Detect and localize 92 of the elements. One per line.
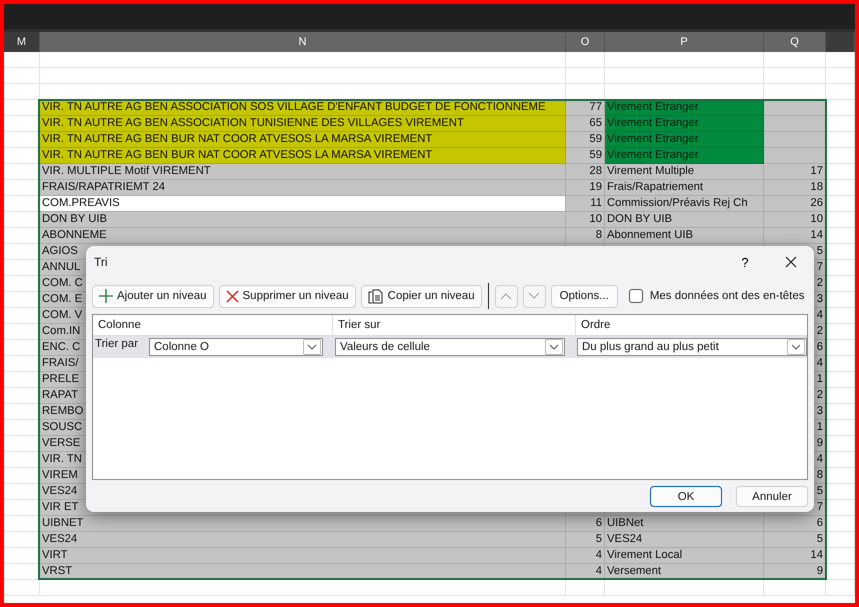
table-cell: UIBNet xyxy=(605,516,764,532)
empty-cell xyxy=(4,84,40,100)
table-cell: Virement Etranger xyxy=(605,132,764,148)
table-cell: 28 xyxy=(566,164,605,180)
empty-cell xyxy=(4,68,40,84)
toolbar-button[interactable]: Ajouter un niveau xyxy=(92,284,214,308)
table-cell: 4 xyxy=(566,548,605,564)
table-cell: 5 xyxy=(566,532,605,548)
table-cell: VIR. TN AUTRE AG BEN ASSOCIATION TUNISIENNE DES VILLAGES VIREMENT xyxy=(40,116,566,132)
empty-cell xyxy=(826,580,855,596)
table-cell: FRAIS/RAPATRIEMT 24 xyxy=(40,180,566,196)
table-cell: Virement Local xyxy=(605,548,764,564)
table-cell: Virement Etranger xyxy=(605,100,764,116)
cancel-button[interactable]: Annuler xyxy=(736,486,808,507)
table-cell xyxy=(764,148,826,164)
toolbar-button[interactable]: Supprimer un niveau xyxy=(218,284,356,308)
table-cell: 10 xyxy=(566,212,605,228)
table-cell: 8 xyxy=(566,228,605,244)
column-dropdown[interactable]: Colonne O xyxy=(149,338,323,356)
table-cell: 5 xyxy=(764,532,826,548)
column-heading: Ordre xyxy=(580,318,612,333)
table-cell: Abonnement UIB xyxy=(605,228,764,244)
table-cell: Commission/Préavis Rej Ch xyxy=(605,196,764,212)
table-cell: 6 xyxy=(764,516,826,532)
empty-cell xyxy=(566,68,605,84)
table-cell: DON BY UIB xyxy=(40,212,566,228)
table-cell: 19 xyxy=(566,180,605,196)
table-cell: 17 xyxy=(764,164,826,180)
empty-cell xyxy=(764,580,826,596)
chevron-down-icon xyxy=(528,292,540,300)
empty-cell xyxy=(4,52,40,68)
table-cell: 65 xyxy=(566,116,605,132)
copy-icon xyxy=(368,288,384,304)
column-header[interactable]: O xyxy=(566,32,605,52)
table-cell: 59 xyxy=(566,132,605,148)
column-header[interactable]: Q xyxy=(764,32,826,52)
table-cell: Virement Etranger xyxy=(605,116,764,132)
table-cell: 10 xyxy=(764,212,826,228)
table-cell: 77 xyxy=(566,100,605,116)
chevron-down-icon xyxy=(307,344,317,350)
sort-on-dropdown[interactable]: Valeurs de cellule xyxy=(335,338,565,356)
table-cell: 59 xyxy=(566,148,605,164)
empty-cell xyxy=(764,52,826,68)
table-cell xyxy=(764,100,826,116)
chevron-down-icon xyxy=(791,344,801,350)
table-cell xyxy=(764,116,826,132)
close-icon xyxy=(785,256,797,268)
level-label: Trier par xyxy=(94,338,140,350)
sort-level-row[interactable]: Trier par Colonne O Valeurs de cellule Du plus grand au plus petit xyxy=(93,336,807,358)
table-cell: Virement Multiple xyxy=(605,164,764,180)
plus-icon xyxy=(99,289,113,303)
delete-icon xyxy=(226,290,239,302)
column-header[interactable]: N xyxy=(40,32,566,52)
table-cell: 26 xyxy=(764,196,826,212)
order-dropdown[interactable]: Du plus grand au plus petit xyxy=(577,338,807,356)
checkbox[interactable] xyxy=(628,289,643,303)
toolbar-button[interactable]: Copier un niveau xyxy=(360,284,482,308)
empty-cell xyxy=(764,68,826,84)
table-cell: ABONNEME xyxy=(40,228,566,244)
table-cell: 18 xyxy=(764,180,826,196)
table-cell xyxy=(764,132,826,148)
table-cell: VIRT xyxy=(40,548,566,564)
table-cell: 14 xyxy=(764,548,826,564)
table-cell: VIR. MULTIPLE Motif VIREMENT xyxy=(40,164,566,180)
ok-button[interactable]: OK xyxy=(650,486,722,507)
table-cell: VIR. TN AUTRE AG BEN ASSOCIATION SOS VILLAGE D'ENFANT BUDGET DE FONCTIONNEME xyxy=(40,100,566,116)
table-cell: UIBNET xyxy=(40,516,566,532)
table-cell: VIR. TN AUTRE AG BEN BUR NAT COOR ATVESOS LA MARSA VIREMENT xyxy=(40,148,566,164)
column-header[interactable] xyxy=(826,32,855,52)
table-cell: 11 xyxy=(566,196,605,212)
table-cell: VIR. TN AUTRE AG BEN BUR NAT COOR ATVESOS LA MARSA VIREMENT xyxy=(40,132,566,148)
table-cell: Virement Etranger xyxy=(605,148,764,164)
column-header[interactable]: P xyxy=(605,32,764,52)
table-cell: 6 xyxy=(566,516,605,532)
table-cell: COM.PREAVIS xyxy=(40,196,566,212)
empty-cell xyxy=(826,84,855,100)
empty-cell xyxy=(566,580,605,596)
empty-cell xyxy=(826,52,855,68)
table-cell: VES24 xyxy=(605,532,764,548)
column-heading: Trier sur xyxy=(333,315,576,335)
table-cell: Frais/Rapatriement xyxy=(605,180,764,196)
column-heading: Colonne xyxy=(93,315,333,335)
chevron-down-icon xyxy=(549,344,559,350)
chevron-up-icon xyxy=(500,292,512,300)
column-header[interactable]: M xyxy=(4,32,40,52)
table-cell: 14 xyxy=(764,228,826,244)
table-cell: DON BY UIB xyxy=(605,212,764,228)
empty-cell xyxy=(566,52,605,68)
empty-cell xyxy=(826,68,855,84)
empty-cell xyxy=(4,580,40,596)
options-button[interactable]: Options... xyxy=(550,284,618,308)
table-cell: VES24 xyxy=(40,532,566,548)
